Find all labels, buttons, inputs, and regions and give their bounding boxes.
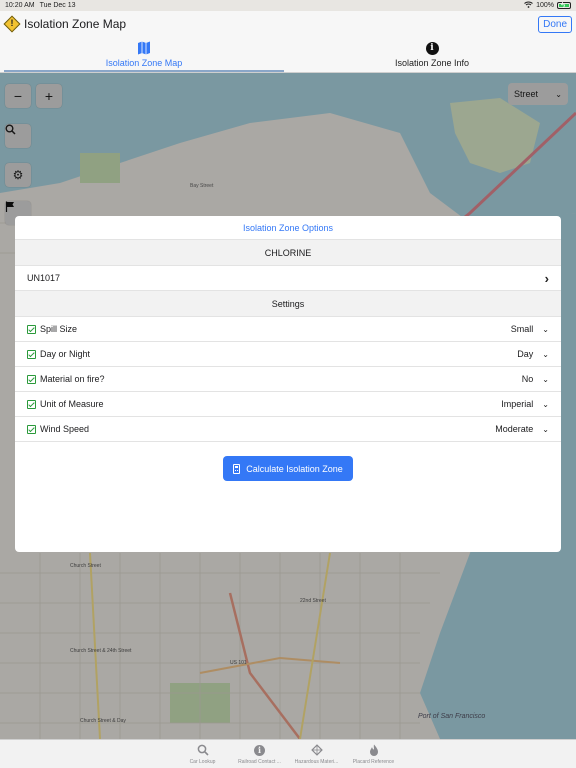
option-label: Day or Night [40,349,91,359]
option-select[interactable]: Small ⌄ [511,324,549,334]
calculate-isolation-zone-button[interactable]: Calculate Isolation Zone [223,456,353,481]
option-label: Spill Size [40,324,78,334]
option-row-unit-of-measure[interactable]: Unit of Measure Imperial ⌄ [15,392,561,417]
map-icon [137,41,151,55]
checkbox[interactable] [27,324,36,334]
bottom-tab-bar: Car Lookup i Railroad Contact ... Hazard… [0,739,576,768]
hazmat-icon [310,743,323,757]
dialog-title: Isolation Zone Options [15,216,561,240]
search-icon [197,743,209,757]
option-select[interactable]: Day ⌄ [517,349,549,359]
calculator-icon [233,463,241,474]
checkbox[interactable] [27,374,36,384]
option-value: No [521,374,534,384]
chevron-down-icon: ⌄ [542,324,549,334]
option-select[interactable]: No ⌄ [522,374,549,384]
navigation-bar: ! Isolation Zone Map Done [0,11,576,37]
status-bar: 10:20 AM Tue Dec 13 100% ϟ [0,0,576,11]
status-time: 10:20 AM [5,2,35,9]
isolation-zone-options-dialog: Isolation Zone Options CHLORINE UN1017 ›… [15,216,561,552]
calculate-wrap: Calculate Isolation Zone [15,456,561,481]
tab-isolation-zone-info[interactable]: i Isolation Zone Info [288,37,576,72]
hazmat-logo-icon: ! [3,15,21,33]
option-value: Small [510,324,534,334]
status-right: 100% ϟ [524,1,571,10]
tab-hazardous-materials[interactable]: Hazardous Materi... [293,740,340,768]
option-row-spill-size[interactable]: Spill Size Small ⌄ [15,317,561,342]
page-title: Isolation Zone Map [24,17,127,31]
checkbox[interactable] [27,424,36,434]
tab-label: Hazardous Materi... [294,759,339,765]
option-value: Moderate [495,424,534,434]
option-row-day-or-night[interactable]: Day or Night Day ⌄ [15,342,561,367]
status-date: Tue Dec 13 [39,2,76,9]
settings-header: Settings [15,291,561,317]
top-tab-bar: Isolation Zone Map i Isolation Zone Info [0,37,576,73]
tab-label: Railroad Contact ... [238,759,281,765]
tab-label: Isolation Zone Map [105,58,183,68]
flame-icon [369,743,379,757]
chevron-down-icon: ⌄ [542,399,549,409]
option-select[interactable]: Moderate ⌄ [495,424,549,434]
chevron-down-icon: ⌄ [542,349,549,359]
tab-label: Placard Reference [352,759,395,765]
checkbox[interactable] [27,399,36,409]
info-icon: i [425,41,439,55]
info-icon: i [254,743,265,757]
material-header: CHLORINE [15,240,561,266]
option-value: Imperial [501,399,534,409]
option-row-wind-speed[interactable]: Wind Speed Moderate ⌄ [15,417,561,442]
tab-railroad-contact[interactable]: i Railroad Contact ... [236,740,283,768]
option-label: Wind Speed [40,424,90,434]
un-number: UN1017 [27,273,61,283]
option-label: Material on fire? [40,374,105,384]
tab-placard-reference[interactable]: Placard Reference [350,740,397,768]
done-button[interactable]: Done [538,15,572,33]
tab-label: Car Lookup [189,759,216,765]
option-row-material-on-fire[interactable]: Material on fire? No ⌄ [15,367,561,392]
option-select[interactable]: Imperial ⌄ [501,399,549,409]
chevron-right-icon: › [544,270,549,286]
chevron-down-icon: ⌄ [542,374,549,384]
calculate-label: Calculate Isolation Zone [246,463,343,474]
option-value: Day [517,349,534,359]
tab-label: Isolation Zone Info [394,58,470,68]
tab-isolation-zone-map[interactable]: Isolation Zone Map [0,37,288,72]
battery-icon: ϟ [557,1,571,10]
chevron-down-icon: ⌄ [542,424,549,434]
tab-car-lookup[interactable]: Car Lookup [179,740,226,768]
checkbox[interactable] [27,349,36,359]
wifi-icon [524,1,533,10]
option-label: Unit of Measure [40,399,104,409]
un-number-row[interactable]: UN1017 › [15,266,561,291]
battery-percent: 100% [536,2,554,9]
